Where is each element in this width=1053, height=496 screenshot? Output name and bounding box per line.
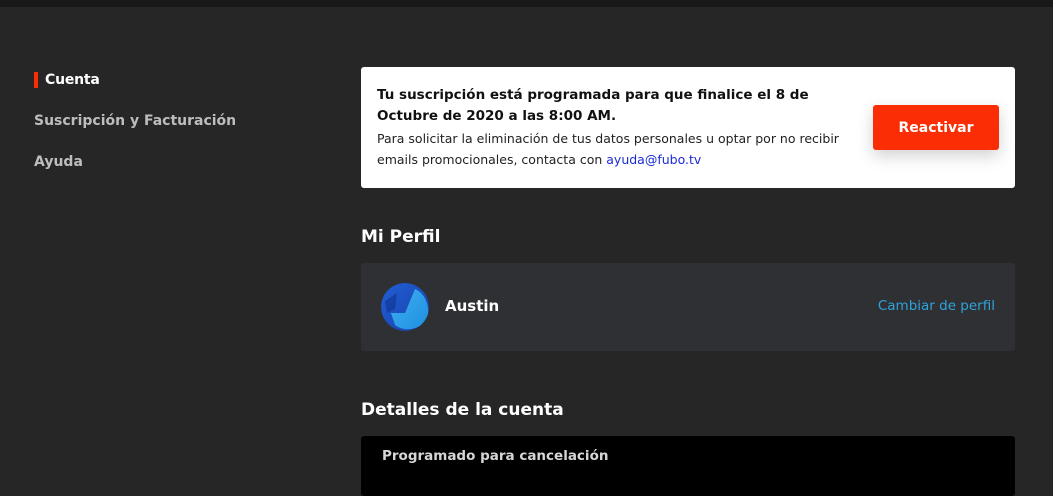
account-section-title: Detalles de la cuenta <box>361 400 564 420</box>
change-profile-link[interactable]: Cambiar de perfil <box>878 298 995 314</box>
sidebar-item-label: Cuenta <box>45 72 100 88</box>
sidebar-item-cuenta[interactable]: Cuenta <box>34 68 236 92</box>
avatar <box>381 283 429 331</box>
notice-body: Para solicitar la eliminación de tus dat… <box>377 128 847 170</box>
notice-title: Tu suscripción está programada para que … <box>377 87 809 124</box>
sidebar-item-label: Ayuda <box>34 154 83 170</box>
profile-section-title: Mi Perfil <box>361 227 441 247</box>
reactivate-button[interactable]: Reactivar <box>873 105 999 150</box>
cancellation-notice: Tu suscripción está programada para que … <box>361 67 1015 188</box>
sidebar-item-label: Suscripción y Facturación <box>34 113 237 129</box>
profile-card: Austin Cambiar de perfil <box>361 263 1015 351</box>
sidebar-item-suscripcion[interactable]: Suscripción y Facturación <box>34 109 236 133</box>
support-email-link[interactable]: ayuda@fubo.tv <box>606 152 701 167</box>
account-details-card: Programado para cancelación <box>361 436 1015 496</box>
profile-name: Austin <box>445 297 500 315</box>
main-content: Tu suscripción está programada para que … <box>361 67 1015 496</box>
subscription-status: Programado para cancelación <box>382 448 609 464</box>
sidebar-item-ayuda[interactable]: Ayuda <box>34 150 236 174</box>
top-bar <box>0 0 1053 7</box>
account-sidebar: Cuenta Suscripción y Facturación Ayuda <box>34 68 236 191</box>
